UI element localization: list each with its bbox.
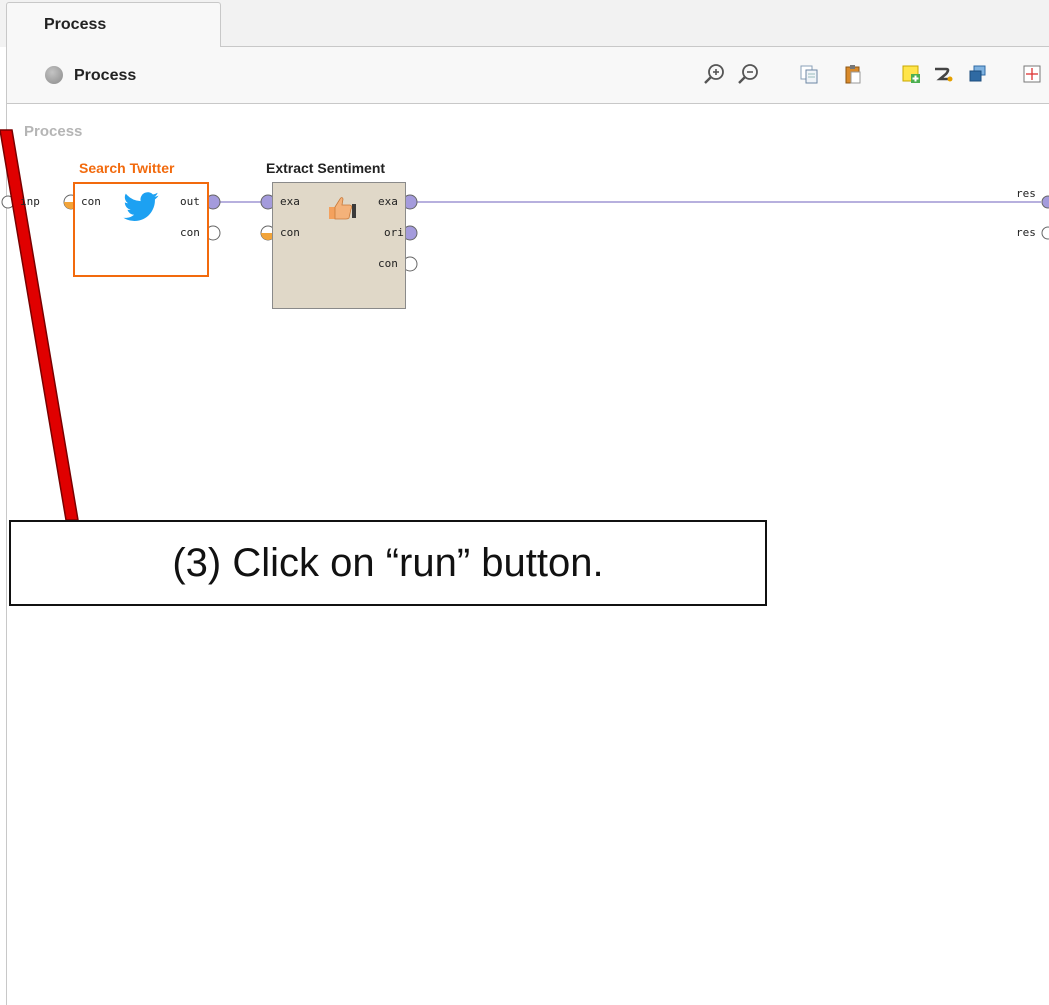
port-label-out-exa: exa bbox=[378, 195, 398, 208]
port-label-in-con: con bbox=[81, 195, 101, 208]
result-port-2-label: res bbox=[1016, 226, 1036, 239]
instruction-callout: (3) Click on “run” button. bbox=[9, 520, 767, 606]
port-label-out-con: con bbox=[378, 257, 398, 270]
port-label-out-con: con bbox=[180, 226, 200, 239]
process-graph bbox=[0, 129, 1049, 521]
result-port-1 bbox=[1041, 195, 1049, 209]
annotation-arrow bbox=[0, 129, 79, 521]
result-port-2 bbox=[1041, 226, 1049, 240]
port-label-in-exa: exa bbox=[280, 195, 300, 208]
port-label-out-ori: ori bbox=[384, 226, 404, 239]
result-port-1-label: res bbox=[1016, 187, 1036, 200]
thumbs-up-icon bbox=[329, 197, 356, 220]
twitter-icon bbox=[123, 192, 159, 221]
port-label-in-con: con bbox=[280, 226, 300, 239]
port-label-out: out bbox=[180, 195, 200, 208]
operator-title-search-twitter[interactable]: Search Twitter bbox=[79, 160, 174, 176]
process-input-port-label: inp bbox=[20, 195, 40, 208]
operator-title-extract-sentiment[interactable]: Extract Sentiment bbox=[266, 160, 385, 176]
callout-text: (3) Click on “run” button. bbox=[172, 540, 604, 585]
